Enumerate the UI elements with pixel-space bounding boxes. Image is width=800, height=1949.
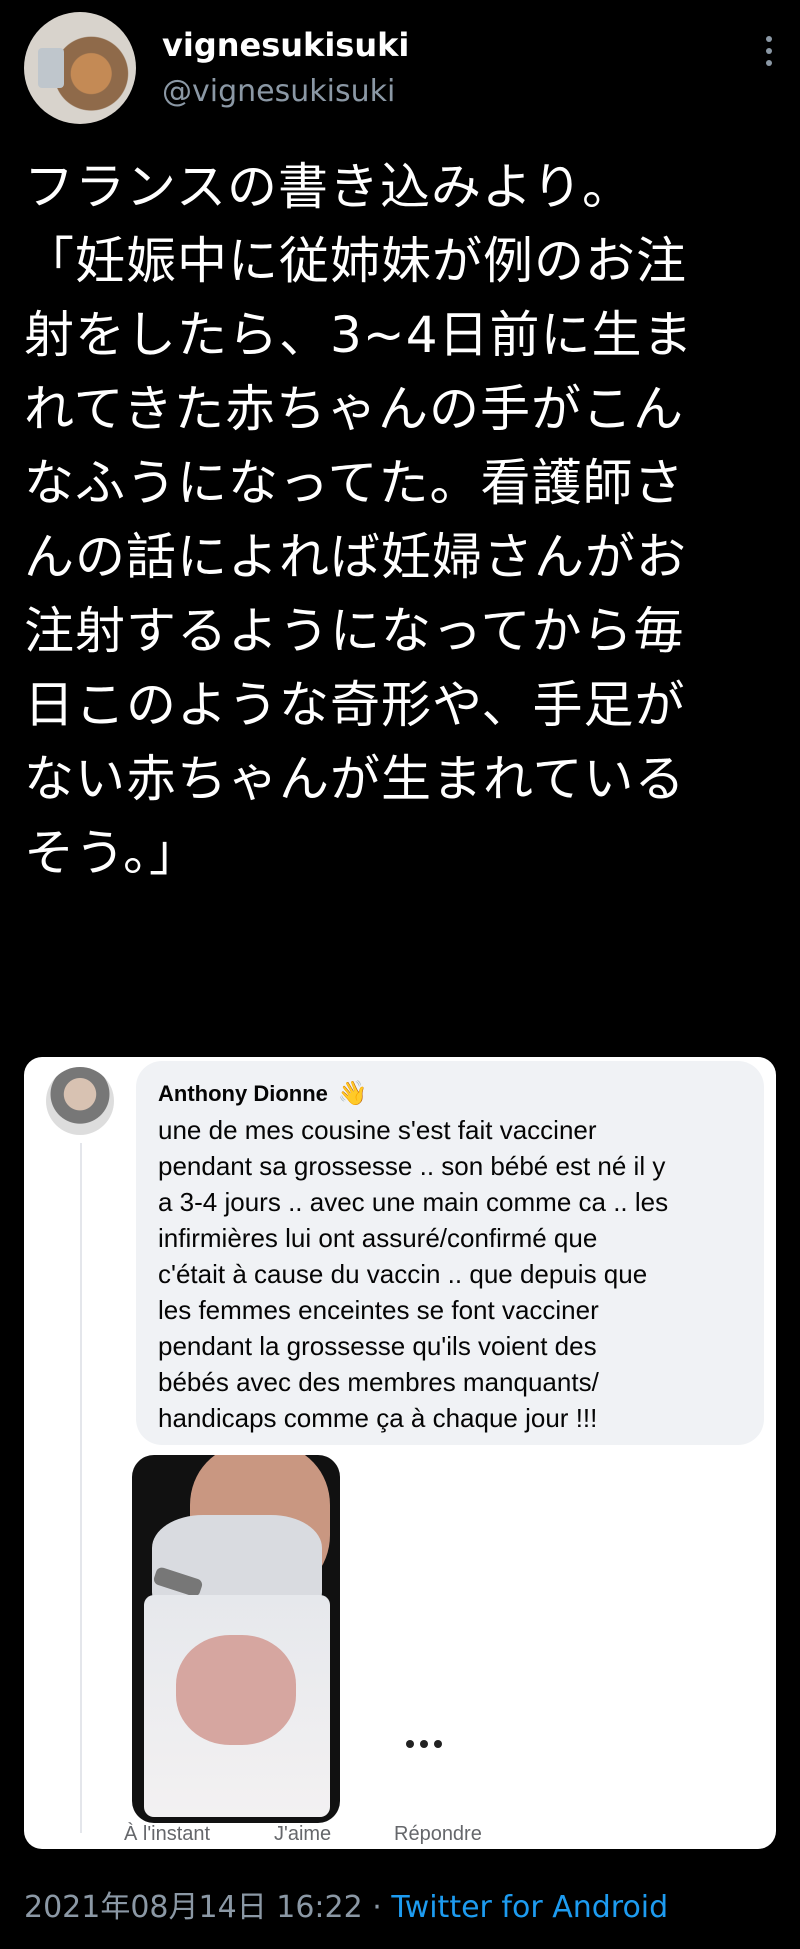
commenter-avatar (46, 1067, 114, 1135)
commenter-name: Anthony Dionne (158, 1080, 328, 1106)
tweet-header: vignesukisuki @vignesukisuki (24, 12, 776, 124)
separator: · (372, 1890, 382, 1925)
comment-text: une de mes cousine s'est fait vacciner p… (158, 1115, 669, 1433)
comment-actions: À l'instant J'aime Répondre (124, 1823, 644, 1849)
like-action: J'aime (274, 1823, 332, 1845)
display-name[interactable]: vignesukisuki (162, 26, 409, 64)
comment-bubble: Anthony Dionne 👋 une de mes cousine s'es… (136, 1061, 764, 1445)
reply-action: Répondre (394, 1823, 482, 1845)
tweet-footer: 2021年08月14日 16:22 · Twitter for Android (24, 1882, 668, 1926)
embedded-image-card[interactable]: Anthony Dionne 👋 une de mes cousine s'es… (24, 1057, 776, 1849)
waving-hand-icon: 👋 (337, 1080, 368, 1107)
user-handle[interactable]: @vignesukisuki (162, 74, 395, 109)
tweet-text: フランスの書き込みより。 「妊娠中に従姉妹が例のお注 射をしたら、3~4日前に生… (24, 158, 694, 882)
commenter-name-row: Anthony Dionne 👋 (158, 1079, 744, 1108)
tweet-source[interactable]: Twitter for Android (391, 1890, 668, 1925)
ellipsis-icon (406, 1740, 442, 1748)
tweet-timestamp[interactable]: 2021年08月14日 16:22 (24, 1890, 363, 1925)
avatar[interactable] (24, 12, 136, 124)
baby-hand-photo (132, 1455, 340, 1823)
comment-time: À l'instant (124, 1823, 211, 1845)
more-options-icon[interactable] (762, 36, 776, 76)
thread-line (80, 1143, 82, 1833)
